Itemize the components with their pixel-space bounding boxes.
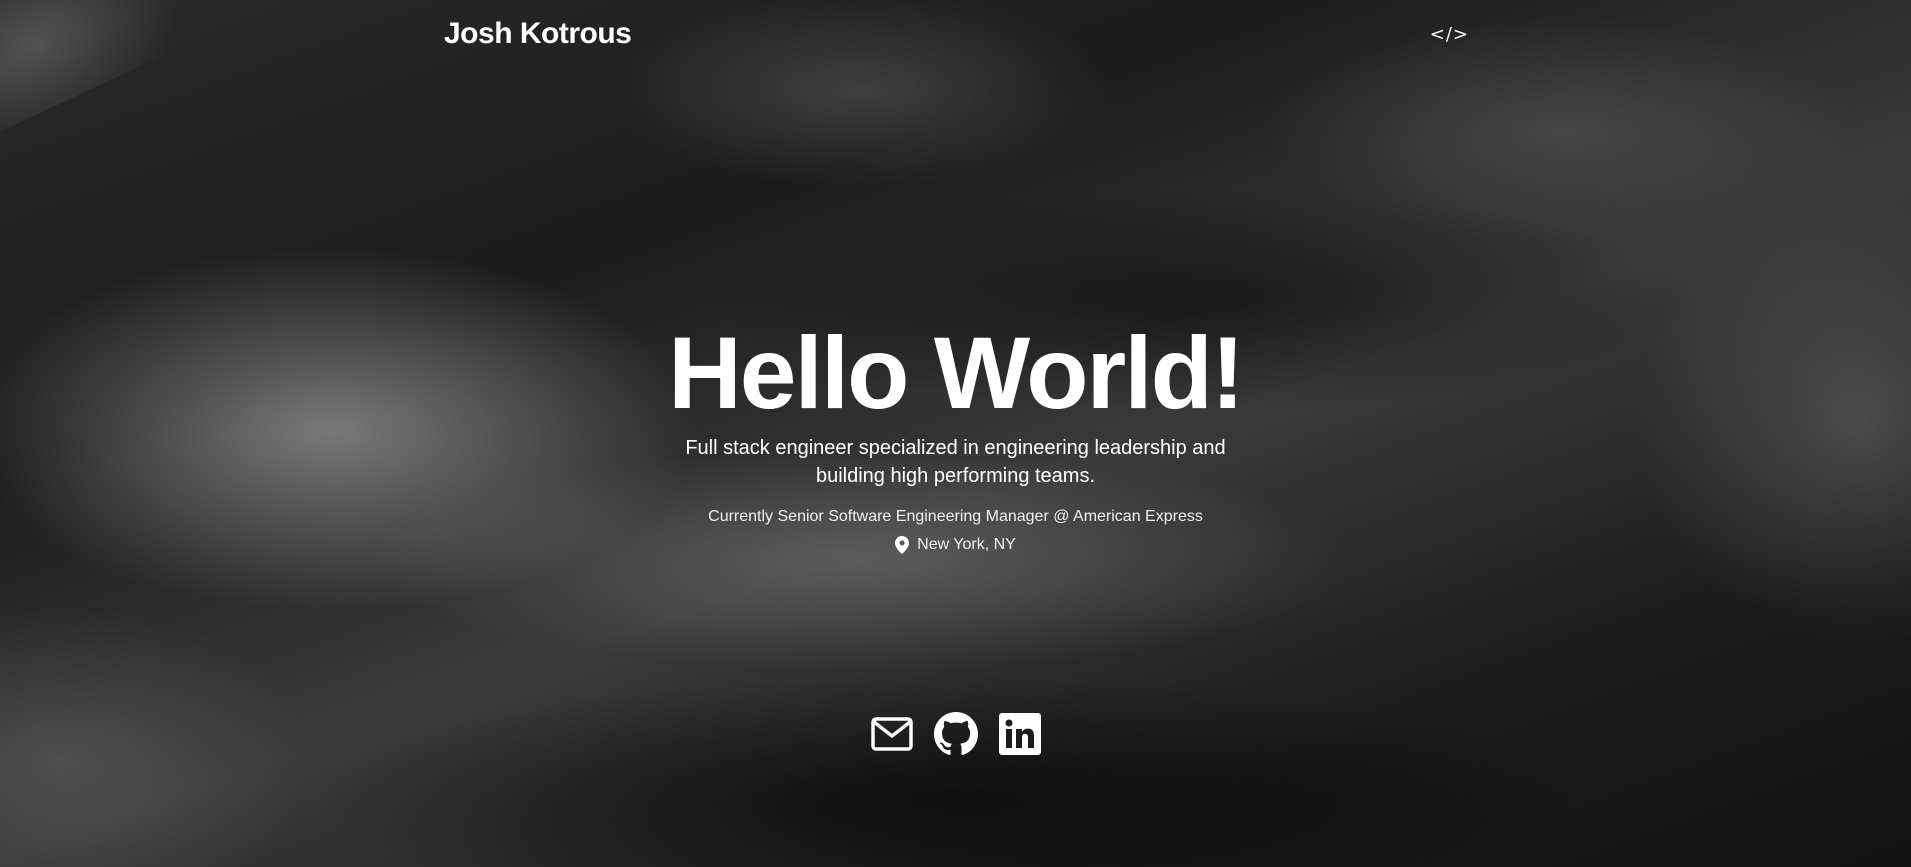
- page: Josh Kotrous </> Hello World! Full stack…: [0, 0, 1911, 867]
- social-links: [0, 710, 1911, 758]
- location: New York, NY: [0, 534, 1911, 556]
- location-pin-icon: [895, 536, 910, 554]
- current-role: Currently Senior Software Engineering Ma…: [708, 508, 1203, 525]
- github-icon: [933, 712, 978, 755]
- page-title: Hello World!: [668, 316, 1245, 430]
- linkedin-icon: [998, 713, 1041, 755]
- site-header: Josh Kotrous </>: [444, 14, 1469, 54]
- background-wave: [0, 0, 202, 148]
- tagline: Full stack engineer specialized in engin…: [685, 437, 1226, 487]
- mail-icon: [870, 717, 913, 751]
- brand-link[interactable]: Josh Kotrous: [444, 17, 632, 51]
- github-link[interactable]: [933, 710, 978, 758]
- location-label: New York, NY: [917, 536, 1016, 553]
- email-link[interactable]: [870, 710, 914, 758]
- source-code-link[interactable]: </>: [1430, 24, 1469, 45]
- hero: Hello World! Full stack engineer special…: [0, 318, 1911, 556]
- linkedin-link[interactable]: [998, 710, 1042, 758]
